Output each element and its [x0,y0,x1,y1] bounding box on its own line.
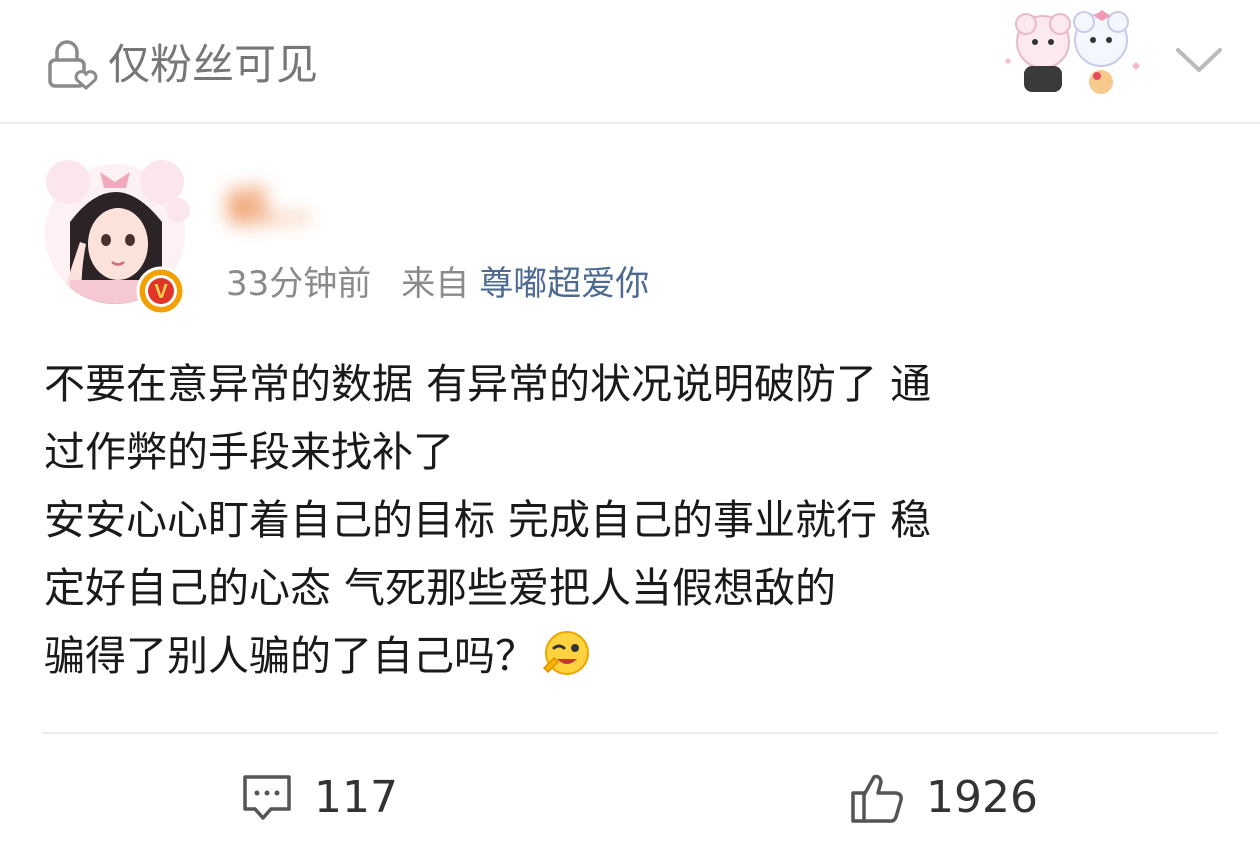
post-line-last: 骗得了别人骗的了自己吗？ [44,622,1224,690]
divider [42,732,1218,734]
source-link[interactable]: 尊嘟超爱你 [479,264,649,304]
comment-count: 117 [314,772,398,823]
like-count: 1926 [926,772,1038,823]
comment-button[interactable]: 117 [240,768,398,828]
lock-heart-icon [48,40,98,91]
username[interactable]: 蜗… [226,178,310,238]
post-body: 不要在意异常的数据 有异常的状况说明破防了 通 过作弊的手段来找补了 安安心心盯… [44,350,1224,690]
post-meta: 33分钟前 来自 尊嘟超爱你 [226,260,649,308]
chevron-down-icon[interactable] [1172,40,1226,80]
post-line: 安安心心盯着自己的目标 完成自己的事业就行 稳 [44,496,932,544]
post-line: 过作弊的手段来找补了 [44,428,454,476]
post-time: 33分钟前 [226,264,372,304]
wink-emoji-icon [542,631,589,675]
visibility-label: 仅粉丝可见 [108,40,319,89]
post-line: 定好自己的心态 气死那些爱把人当假想敌的 [44,564,837,612]
vip-badge-icon: V [136,266,186,316]
decorative-sticker [1005,10,1140,94]
thumbs-up-icon [851,774,903,823]
vip-badge-letter: V [154,281,168,303]
from-label: 来自 [401,264,470,304]
like-button[interactable]: 1926 [848,768,1038,828]
post-line: 骗得了别人骗的了自己吗？ [44,632,536,680]
post-line: 不要在意异常的数据 有异常的状况说明破防了 通 [44,360,932,408]
comment-icon [243,775,291,820]
post-header-bar: 仅粉丝可见 [0,0,1260,124]
